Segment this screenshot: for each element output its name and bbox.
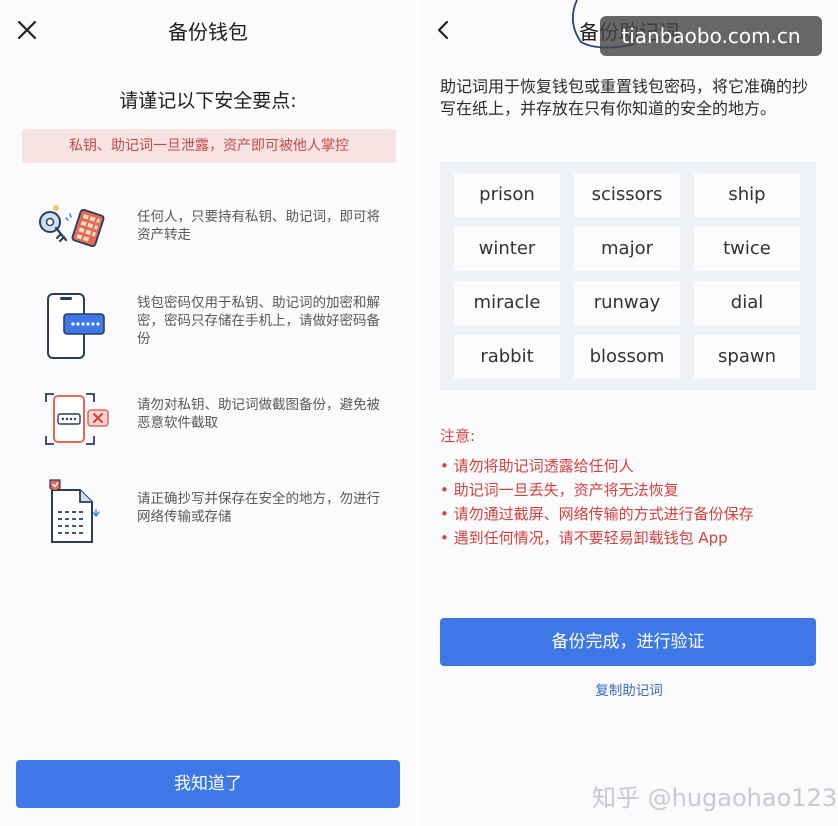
note-item: • 请勿将助记词透露给任何人 [440,457,634,475]
mnemonic-word: spawn [694,335,800,379]
tip-text: 请勿对私钥、助记词做截图备份，避免被恶意软件截取 [137,397,380,431]
no-screenshot-icon [45,393,109,445]
security-subtitle: 请谨记以下安全要点: [119,90,297,112]
nav-bar: 备份钱包 [0,0,416,60]
mnemonic-word: prison [454,173,560,217]
secure-document-icon [49,479,100,543]
notes-heading: 注意: [440,427,476,445]
note-item: • 请勿通过截屏、网络传输的方式进行备份保存 [440,505,754,523]
page-title: 备份钱包 [168,20,248,44]
mnemonic-word: runway [574,281,680,325]
mnemonic-word: rabbit [454,335,560,379]
mnemonic-word-grid: prison scissors ship winter major twice … [440,162,816,390]
leak-warning-banner: 私钥、助记词一旦泄露，资产即可被他人掌控 [22,129,396,163]
mnemonic-word: major [574,227,680,271]
backup-wallet-screen: 备份钱包 请谨记以下安全要点: 私钥、助记词一旦泄露，资产即可被他人掌控 任何人… [0,0,416,826]
copy-mnemonic-link[interactable]: 复制助记词 [420,679,838,699]
tip-text: 请正确抄写并保存在安全的地方，勿进行网络传输或存储 [137,491,380,525]
tip-item: 请正确抄写并保存在安全的地方，勿进行网络传输或存储 [0,476,416,556]
note-item: • 遇到任何情况，请不要轻易卸载钱包 App [440,529,728,547]
mnemonic-word: ship [694,173,800,217]
key-card-icon [39,205,105,248]
mnemonic-word: dial [694,281,800,325]
tip-text: 钱包密码仅用于私钥、助记词的加密和解密，密码只存储在手机上，请做好密码备份 [137,295,380,347]
tip-item: 任何人，只要持有私钥、助记词，即可将资产转走 [0,196,416,276]
backup-done-button[interactable]: 备份完成，进行验证 [440,618,816,666]
backup-mnemonic-screen: 备份助记词 助记词用于恢复钱包或重置钱包密码，将它准确的抄写在纸上，并存放在只有… [420,0,838,826]
tip-item: 请勿对私钥、助记词做截图备份，避免被恶意软件截取 [0,384,416,464]
mnemonic-word: winter [454,227,560,271]
mnemonic-instructions: 助记词用于恢复钱包或重置钱包密码，将它准确的抄写在纸上，并存放在只有你知道的安全… [440,77,809,118]
phone-password-icon [47,293,105,359]
mnemonic-word: twice [694,227,800,271]
mnemonic-word: miracle [454,281,560,325]
mnemonic-word: scissors [574,173,680,217]
tip-text: 任何人，只要持有私钥、助记词，即可将资产转走 [137,209,380,243]
author-watermark: 知乎 @hugaohao123 [592,784,838,812]
tip-item: 钱包密码仅用于私钥、助记词的加密和解密，密码只存储在手机上，请做好密码备份 [0,288,416,368]
note-item: • 助记词一旦丢失，资产将无法恢复 [440,481,679,499]
site-watermark: tianbaobo.com.cn [600,16,822,56]
acknowledge-button[interactable]: 我知道了 [16,760,400,808]
mnemonic-word: blossom [574,335,680,379]
